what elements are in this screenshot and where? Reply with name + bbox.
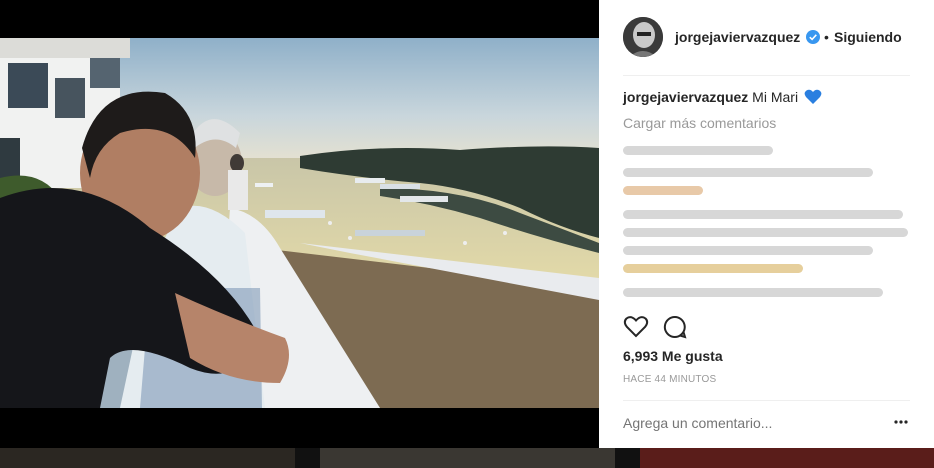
grid-thumbnail[interactable]	[0, 448, 295, 468]
avatar[interactable]	[623, 17, 663, 57]
load-more-comments-link[interactable]: Cargar más comentarios	[623, 115, 776, 131]
blue-heart-icon	[804, 89, 822, 104]
heart-outline-icon[interactable]	[623, 314, 649, 340]
add-comment-input[interactable]	[623, 413, 883, 433]
separator-dot: •	[824, 29, 829, 45]
avatar-image	[623, 17, 663, 57]
post-photo	[0, 38, 599, 408]
caption-text: Mi Mari	[752, 89, 799, 105]
post-image	[0, 38, 599, 408]
post-caption: jorgejaviervazquez Mi Mari	[623, 89, 822, 105]
divider	[623, 400, 910, 401]
blurred-comments	[611, 138, 916, 308]
grid-thumbnail[interactable]	[320, 448, 615, 468]
post-header: jorgejaviervazquez • Siguiendo	[599, 0, 934, 75]
caption-username[interactable]: jorgejaviervazquez	[623, 89, 748, 105]
following-button[interactable]: Siguiendo	[834, 29, 902, 45]
like-count[interactable]: 6,993 Me gusta	[623, 348, 723, 364]
grid-thumbnail[interactable]	[640, 448, 934, 468]
username-link[interactable]: jorgejaviervazquez	[675, 29, 800, 45]
verified-badge-icon	[806, 30, 820, 44]
background-grid	[0, 448, 934, 468]
timestamp[interactable]: HACE 44 MINUTOS	[623, 374, 716, 385]
comment-bubble-icon[interactable]	[663, 315, 687, 339]
divider	[623, 75, 910, 76]
more-options-icon[interactable]	[894, 417, 908, 427]
post-sidebar: jorgejaviervazquez • Siguiendo jorgejavi…	[599, 0, 934, 448]
